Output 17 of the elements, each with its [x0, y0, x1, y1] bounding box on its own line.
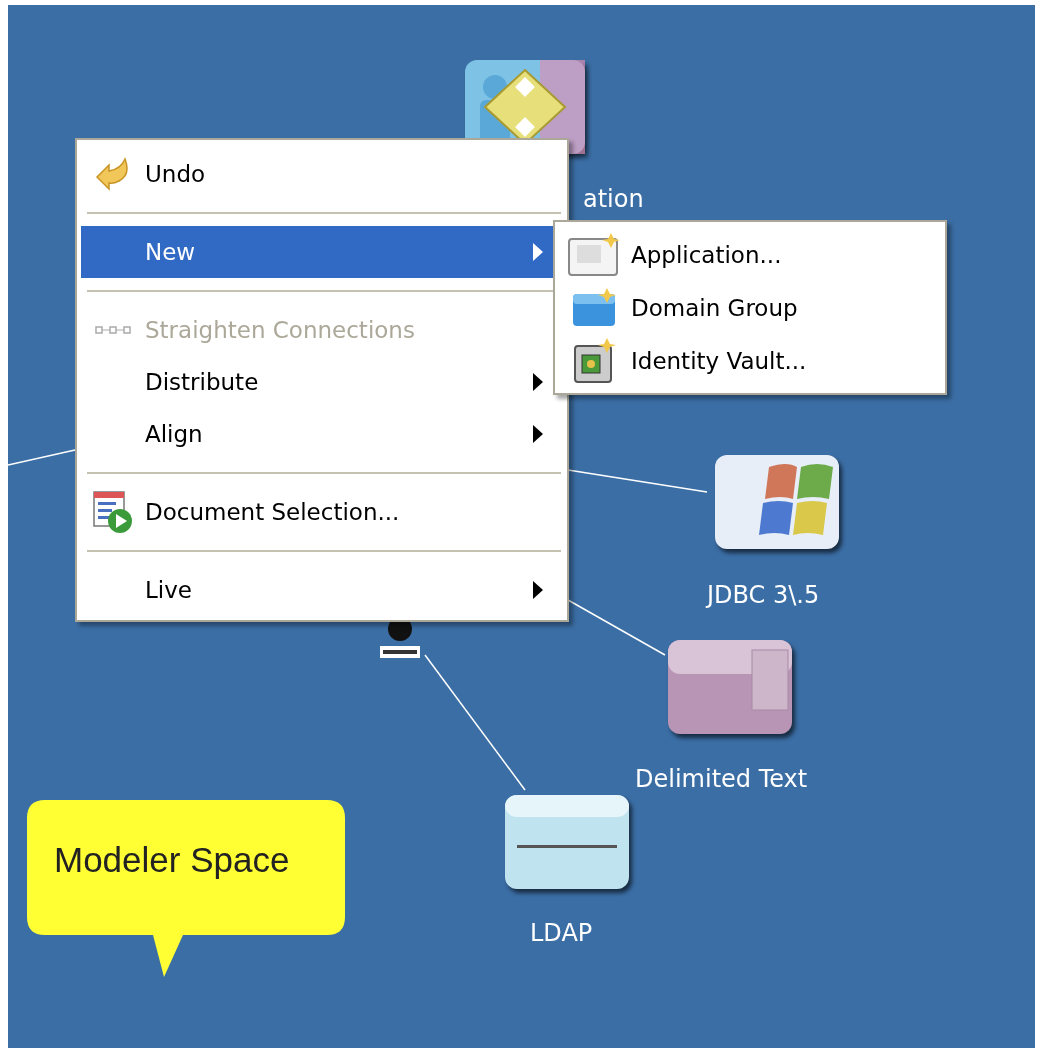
menu-item[interactable]: Live	[81, 564, 563, 616]
node-label: LDAP	[530, 919, 593, 947]
new-vault-icon	[573, 337, 617, 384]
node-label: JDBC 3\.5	[707, 581, 820, 609]
connection-icon	[95, 325, 131, 335]
submenu-arrow-icon	[533, 373, 543, 391]
submenu-arrow-icon	[533, 425, 543, 443]
menu-item[interactable]: Align	[81, 408, 563, 460]
callout-text: Modeler Space	[54, 840, 290, 880]
submenu-arrow-icon	[533, 581, 543, 599]
menu-item[interactable]: Document Selection...	[81, 486, 563, 538]
node-label: ation	[583, 185, 644, 213]
undo-arrow-icon	[95, 157, 131, 191]
node-label: Delimited Text	[635, 765, 808, 793]
submenu-arrow-icon	[533, 243, 543, 261]
document-play-icon	[93, 490, 133, 534]
menu-item[interactable]: Undo	[81, 148, 563, 200]
